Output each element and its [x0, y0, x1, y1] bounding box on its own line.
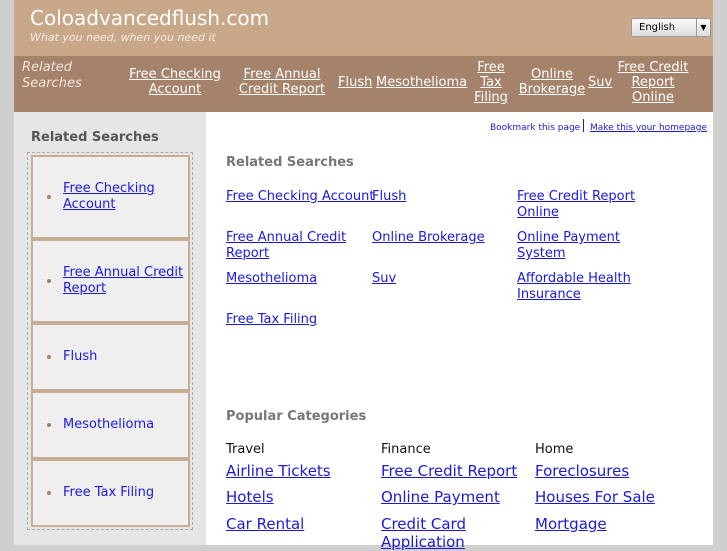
category-link[interactable]: Free Credit Report — [381, 462, 517, 480]
category-link[interactable]: Airline Tickets — [226, 462, 331, 480]
language-select[interactable]: English ▼ — [631, 18, 711, 37]
nav-link[interactable]: Flush — [338, 75, 372, 90]
category-link[interactable]: Mortgage — [535, 515, 607, 533]
category-link[interactable]: Car Rental — [226, 515, 304, 533]
category-heading: Travel — [226, 442, 265, 457]
nav-bar: Related Searches Free Checking Account F… — [14, 56, 713, 112]
related-link[interactable]: Free Credit Report Online — [517, 189, 647, 221]
sidebar-link[interactable]: Flush — [63, 349, 97, 365]
sidebar-link[interactable]: Free Annual Credit Report — [63, 265, 188, 297]
sidebar-link[interactable]: Free Tax Filing — [63, 485, 154, 501]
page: Coloadvancedflush.com What you need, whe… — [14, 0, 713, 551]
sidebar-item[interactable]: Free Tax Filing — [31, 459, 190, 527]
sidebar-link[interactable]: Free Checking Account — [63, 181, 188, 213]
homepage-link[interactable]: Make this your homepage — [590, 120, 707, 136]
sidebar-item[interactable]: Mesothelioma — [31, 391, 190, 459]
popular-title: Popular Categories — [226, 409, 367, 424]
bookmark-link[interactable]: Bookmark this page — [490, 120, 580, 136]
related-title: Related Searches — [226, 155, 354, 170]
language-value: English — [639, 22, 676, 33]
header: Coloadvancedflush.com What you need, whe… — [14, 0, 713, 56]
related-link[interactable]: Free Tax Filing — [226, 312, 317, 328]
nav-link[interactable]: Free Checking Account — [126, 67, 224, 97]
related-link[interactable]: Suv — [372, 271, 396, 287]
site-title: Coloadvancedflush.com — [30, 6, 270, 30]
sidebar-link[interactable]: Mesothelioma — [63, 417, 154, 433]
category-heading: Home — [535, 442, 574, 457]
sidebar-item[interactable]: Flush — [31, 323, 190, 391]
sidebar-list: Free Checking Account Free Annual Credit… — [27, 152, 193, 530]
scrollbar[interactable] — [713, 0, 727, 545]
nav-label: Related Searches — [22, 60, 82, 91]
category-link[interactable]: Foreclosures — [535, 462, 629, 480]
nav-link[interactable]: Free Tax Filing — [472, 60, 510, 105]
nav-link[interactable]: Suv — [588, 75, 612, 90]
related-link[interactable]: Free Checking Account — [226, 189, 374, 205]
category-link[interactable]: Hotels — [226, 488, 274, 506]
related-link[interactable]: Free Annual Credit Report — [226, 230, 356, 262]
related-link[interactable]: Online Payment System — [517, 230, 627, 262]
related-link[interactable]: Affordable Health Insurance — [517, 271, 637, 303]
related-link[interactable]: Online Brokerage — [372, 230, 485, 246]
sidebar: Related Searches Free Checking Account F… — [14, 112, 206, 545]
nav-link[interactable]: Free Annual Credit Report — [236, 67, 328, 97]
chevron-down-icon: ▼ — [696, 19, 710, 36]
related-link[interactable]: Mesothelioma — [226, 271, 317, 287]
category-link[interactable]: Credit Card Application — [381, 515, 491, 551]
category-link[interactable]: Houses For Sale — [535, 488, 655, 506]
category-link[interactable]: Online Payment — [381, 488, 500, 506]
site-tagline: What you need, when you need it — [30, 31, 216, 44]
sidebar-title: Related Searches — [31, 130, 159, 145]
category-heading: Finance — [381, 442, 431, 457]
divider — [583, 119, 584, 132]
nav-link[interactable]: Free Credit Report Online — [614, 60, 692, 105]
sidebar-item[interactable]: Free Annual Credit Report — [31, 239, 190, 323]
related-link[interactable]: Flush — [372, 189, 406, 205]
sidebar-item[interactable]: Free Checking Account — [31, 155, 190, 239]
nav-link[interactable]: Mesothelioma — [376, 75, 467, 90]
nav-link[interactable]: Online Brokerage — [517, 67, 587, 97]
